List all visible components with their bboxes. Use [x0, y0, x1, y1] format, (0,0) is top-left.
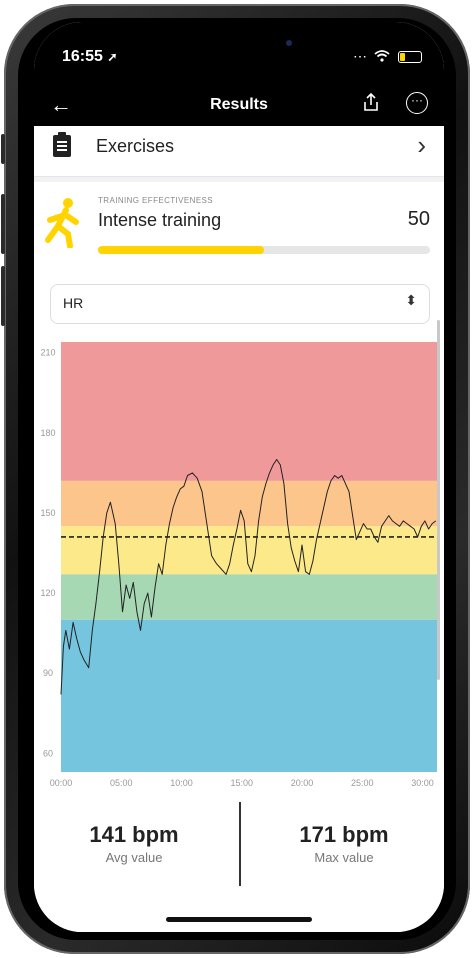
- x-tick-label: 25:00: [351, 778, 374, 788]
- notch: [209, 22, 289, 36]
- volume-down-button: [1, 266, 5, 326]
- y-tick-label: 120: [40, 588, 55, 598]
- y-tick-label: 180: [40, 428, 55, 438]
- effectiveness-progress-fill: [98, 246, 264, 254]
- avg-value: 141 bpm: [89, 822, 179, 847]
- camera-icon: [286, 40, 292, 46]
- screen: 16:55 ➚ ⋯ ← Results ··· Exercises › TRAI…: [34, 22, 444, 932]
- nav-bar: ← Results ···: [34, 86, 444, 126]
- training-effectiveness-card: TRAINING EFFECTIVENESS Intense training …: [34, 182, 444, 272]
- max-label: Max value: [314, 850, 374, 865]
- x-tick-label: 00:00: [50, 778, 73, 788]
- hr-zone-blue: [61, 619, 437, 772]
- page-title: Results: [210, 96, 268, 113]
- home-indicator[interactable]: [166, 917, 312, 922]
- avg-label: Avg value: [105, 850, 163, 865]
- metric-select[interactable]: HR ⬍: [50, 284, 430, 324]
- share-icon[interactable]: [362, 92, 380, 117]
- exercises-row[interactable]: Exercises ›: [34, 126, 444, 177]
- max-stat: 171 bpm Max value: [244, 822, 444, 865]
- chart-card: HR ⬍ 210 180 150 120 90 60 00:00 05:00 10:00 15:0…: [34, 272, 444, 802]
- mute-switch: [1, 134, 5, 164]
- metric-select-value: HR: [63, 295, 84, 311]
- exercises-label: Exercises: [96, 136, 175, 156]
- scrollbar[interactable]: [437, 320, 440, 680]
- runner-icon: [40, 196, 84, 249]
- y-tick-label: 210: [40, 348, 55, 358]
- y-tick-label: 60: [43, 748, 53, 758]
- max-value: 171 bpm: [299, 822, 389, 847]
- avg-stat: 141 bpm Avg value: [34, 822, 234, 865]
- stats-divider: [239, 802, 241, 886]
- bottom-strip: [34, 892, 444, 932]
- signal-icon: ⋯: [353, 48, 367, 64]
- stats-panel: 141 bpm Avg value 171 bpm Max value: [34, 802, 444, 892]
- x-tick-label: 15:00: [231, 778, 254, 788]
- hr-chart: 210 180 150 120 90 60 00:00 05:00 10:00 15:00 20:0…: [40, 342, 437, 788]
- wifi-icon: [374, 49, 390, 65]
- effectiveness-title: Intense training: [98, 210, 222, 230]
- hr-zone-green: [61, 574, 437, 620]
- clipboard-icon: [52, 132, 72, 165]
- status-bar: 16:55 ➚ ⋯: [34, 22, 444, 86]
- location-arrow-icon: ➚: [107, 50, 118, 64]
- x-tick-label: 05:00: [110, 778, 133, 788]
- status-time: 16:55 ➚: [62, 48, 118, 65]
- x-tick-label: 10:00: [170, 778, 193, 788]
- effectiveness-caption: TRAINING EFFECTIVENESS: [98, 196, 214, 205]
- volume-up-button: [1, 194, 5, 254]
- chevron-right-icon: ›: [417, 130, 426, 160]
- y-tick-label: 150: [40, 508, 55, 518]
- y-tick-label: 90: [43, 668, 53, 678]
- effectiveness-progress-track: [98, 246, 430, 254]
- x-tick-label: 30:00: [411, 778, 434, 788]
- more-icon[interactable]: ···: [406, 92, 428, 114]
- hr-zone-orange: [61, 480, 437, 527]
- effectiveness-score: 50: [407, 208, 430, 230]
- sort-icon: ⬍: [405, 292, 417, 308]
- hr-zone-red: [61, 342, 437, 481]
- battery-icon: [398, 50, 422, 63]
- x-tick-label: 20:00: [291, 778, 314, 788]
